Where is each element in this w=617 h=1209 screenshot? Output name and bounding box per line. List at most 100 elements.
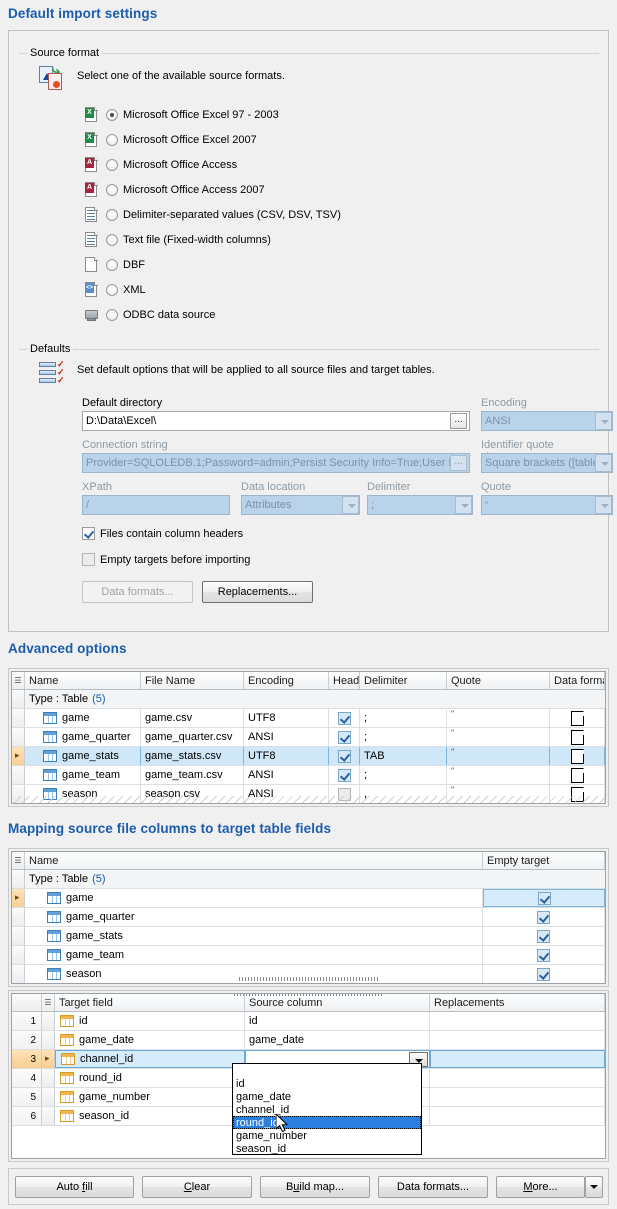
table-row[interactable]: game game.csv UTF8 ; " [12,709,605,728]
xpath-input[interactable]: / [82,495,230,515]
source-format-option-dbf[interactable]: DBF [84,252,584,277]
source-format-option-access-2007[interactable]: A Microsoft Office Access 2007 [84,177,584,202]
row-indicator [12,927,25,945]
source-format-option-fixed-width[interactable]: Text file (Fixed-width columns) [84,227,584,252]
identifier-quote-combo[interactable]: Square brackets ([table [481,453,613,473]
source-format-option-xml[interactable]: <> XML [84,277,584,302]
table-row[interactable]: game_quarter [12,908,605,927]
data-format-doc-icon[interactable] [571,711,584,726]
dropdown-item-round-id[interactable]: round_id [233,1116,421,1129]
odbc-icon [84,307,100,323]
delimiter-combo[interactable]: ; [367,495,473,515]
cell-header-checkbox[interactable] [338,731,351,744]
splitter-handle[interactable] [12,976,605,982]
data-format-doc-icon[interactable] [571,749,584,764]
chevron-down-icon[interactable] [342,496,359,514]
connection-string-input[interactable]: Provider=SQLOLEDB.1;Password=admin;Persi… [82,453,470,473]
quote-combo[interactable]: " [481,495,613,515]
advanced-options-grid[interactable]: ☰ Name File Name Encoding Heade Delimite… [8,668,609,807]
column-header-file-name[interactable]: File Name [141,672,244,689]
mapping-grid[interactable]: ☰ Name Empty target Type : Table (5) ▸ g… [8,848,609,987]
table-row[interactable]: game_quarter game_quarter.csv ANSI ; " [12,728,605,747]
field-icon [60,1091,74,1103]
source-column-dropdown-list[interactable]: id game_date channel_id round_id game_nu… [232,1063,422,1155]
dropdown-item-id[interactable]: id [233,1077,421,1090]
column-header-quote[interactable]: Quote [447,672,550,689]
dropdown-item-channel-id[interactable]: channel_id [233,1103,421,1116]
default-directory-input[interactable]: D:\Data\Excel\ ... [82,411,470,431]
data-format-doc-icon[interactable] [571,768,584,783]
source-format-option-excel-97[interactable]: X Microsoft Office Excel 97 - 2003 [84,102,584,127]
empty-targets-checkbox[interactable] [82,553,95,566]
data-format-doc-icon[interactable] [571,730,584,745]
column-header-name[interactable]: Name [25,852,483,869]
table-row[interactable]: ▸ game [12,889,605,908]
encoding-combo[interactable]: ANSI [481,411,613,431]
build-map-button[interactable]: Build map... [260,1176,370,1198]
more-dropdown-button[interactable] [585,1176,603,1198]
radio-dsv[interactable] [106,209,118,221]
cell-empty-target-checkbox[interactable] [537,930,550,943]
cell-header-checkbox[interactable] [338,712,351,725]
column-header-name[interactable]: Name [25,672,141,689]
table-row[interactable]: ▸ game_stats game_stats.csv UTF8 TAB " [12,747,605,766]
grid-menu-icon[interactable]: ☰ [12,672,25,689]
cell-header-checkbox[interactable] [338,750,351,763]
dropdown-item-game-date[interactable]: game_date [233,1090,421,1103]
cell-file: game_stats.csv [145,750,221,762]
cell-empty-target-checkbox[interactable] [538,892,551,905]
edit-connection-string-button[interactable]: ... [450,455,467,471]
table-row[interactable]: game_team [12,946,605,965]
radio-access-2007[interactable] [106,184,118,196]
advanced-grid-group-row[interactable]: Type : Table (5) [12,690,605,709]
column-header-empty-target[interactable]: Empty target [483,852,605,869]
source-format-option-excel-2007[interactable]: X Microsoft Office Excel 2007 [84,127,584,152]
data-location-combo[interactable]: Attributes [241,495,360,515]
table-row[interactable]: game_stats [12,927,605,946]
radio-odbc[interactable] [106,309,118,321]
chevron-down-icon[interactable] [595,496,612,514]
more-button[interactable]: More... [496,1176,585,1198]
source-format-option-odbc[interactable]: ODBC data source [84,302,584,327]
auto-fill-button[interactable]: Auto fill [15,1176,134,1198]
cell-header-checkbox[interactable] [338,769,351,782]
mapping-grid-group-row[interactable]: Type : Table (5) [12,870,605,889]
source-format-radio-list[interactable]: X Microsoft Office Excel 97 - 2003 X Mic… [84,102,584,327]
column-header-header[interactable]: Heade [329,672,360,689]
chevron-down-icon[interactable] [595,412,612,430]
grid-menu-icon[interactable]: ☰ [12,852,25,869]
dropdown-item-game-number[interactable]: game_number [233,1129,421,1142]
radio-fixed-width[interactable] [106,234,118,246]
column-header-data-formats[interactable]: Data formats [550,672,605,689]
clear-button[interactable]: Clear [142,1176,252,1198]
column-header-delimiter[interactable]: Delimiter [360,672,447,689]
chevron-down-icon[interactable] [455,496,472,514]
table-row[interactable]: 1 id id [12,1012,605,1031]
table-row[interactable]: 2 game_date game_date [12,1031,605,1050]
files-contain-headers-checkbox[interactable] [82,527,95,540]
table-row[interactable]: game_team game_team.csv ANSI ; " [12,766,605,785]
field-grid-top-splitter[interactable] [12,994,605,998]
data-formats-button-footer[interactable]: Data formats... [378,1176,488,1198]
data-formats-button[interactable]: Data formats... [82,581,193,603]
radio-excel-97[interactable] [106,109,118,121]
source-format-option-dsv[interactable]: Delimiter-separated values (CSV, DSV, TS… [84,202,584,227]
cell-empty-target-checkbox[interactable] [537,911,550,924]
cell-source-column[interactable]: game_date [249,1034,304,1046]
chevron-down-icon[interactable] [595,454,612,472]
files-contain-headers-checkbox-row[interactable]: Files contain column headers [82,527,243,540]
radio-xml[interactable] [106,284,118,296]
row-indicator [42,1069,55,1087]
row-number: 4 [12,1069,42,1087]
replacements-button[interactable]: Replacements... [202,581,313,603]
radio-excel-2007[interactable] [106,134,118,146]
cell-empty-target-checkbox[interactable] [537,949,550,962]
dropdown-item-season-id[interactable]: season_id [233,1142,421,1155]
browse-directory-button[interactable]: ... [450,413,467,429]
radio-access[interactable] [106,159,118,171]
source-format-option-access[interactable]: A Microsoft Office Access [84,152,584,177]
empty-targets-checkbox-row[interactable]: Empty targets before importing [82,553,250,566]
column-header-encoding[interactable]: Encoding [244,672,329,689]
cell-source-column[interactable]: id [249,1015,258,1027]
radio-dbf[interactable] [106,259,118,271]
